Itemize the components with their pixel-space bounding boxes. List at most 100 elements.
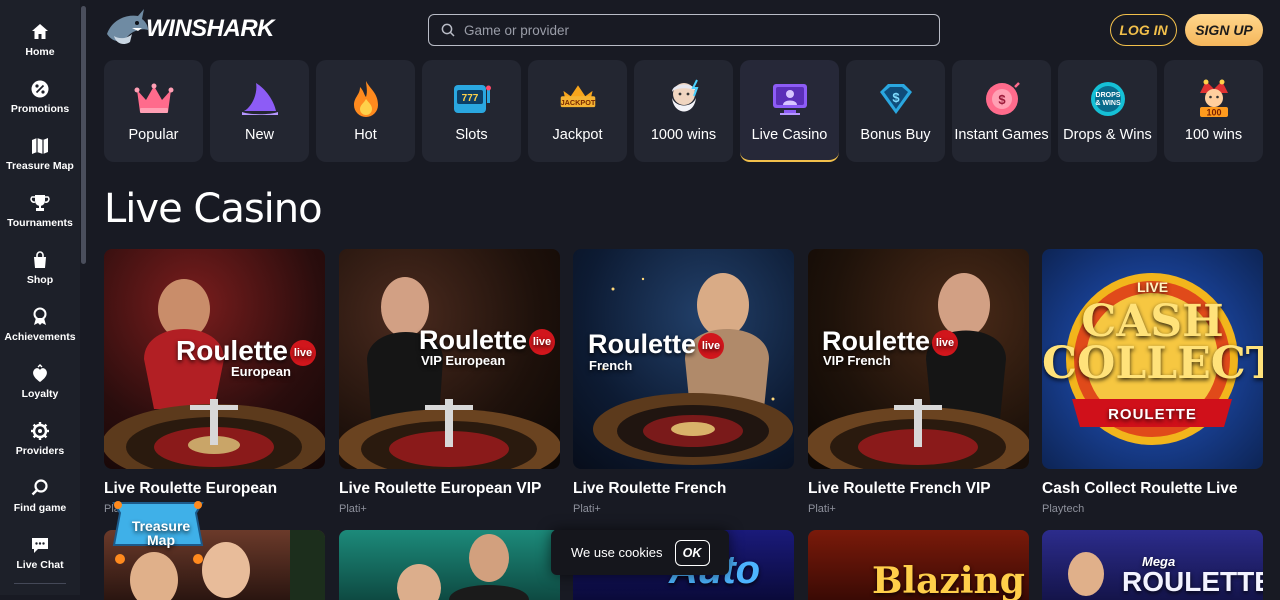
sidebar-item-live-chat[interactable]: Live Chat xyxy=(0,533,80,585)
category-instant-games[interactable]: $ Instant Games xyxy=(952,60,1051,162)
game-card[interactable]: LIVE CASH COLLECT ROULETTE Cash Collect … xyxy=(1042,249,1263,515)
sidebar-item-label: Providers xyxy=(15,445,65,457)
live-badge: live xyxy=(698,332,724,359)
thumb-title: Roulette xyxy=(419,325,527,355)
category-100-wins[interactable]: 100 100 wins xyxy=(1164,60,1263,162)
loyalty-icon xyxy=(33,364,47,382)
category-live-casino[interactable]: Live Casino xyxy=(740,60,839,162)
sidebar-item-providers[interactable]: Providers xyxy=(0,419,80,471)
thumb-top-label: LIVE xyxy=(1136,279,1169,295)
category-label: Slots xyxy=(455,127,488,143)
game-title[interactable]: Live Roulette European VIP xyxy=(339,480,560,498)
svg-text:DROPS: DROPS xyxy=(1095,92,1120,99)
cookie-banner: We use cookies OK xyxy=(551,530,729,575)
percent-icon xyxy=(31,80,49,98)
sidebar-item-label: Treasure Map xyxy=(6,160,74,172)
sidebar: Home Promotions Treasure Map Tournaments… xyxy=(0,0,80,595)
game-card[interactable]: Blazing xyxy=(808,530,1029,600)
thumb-title: ROULETTE xyxy=(1122,566,1263,597)
diamond-dollar-icon: $ xyxy=(879,84,912,114)
sidebar-item-promotions[interactable]: Promotions xyxy=(0,77,80,129)
svg-text:777: 777 xyxy=(461,93,478,104)
category-popular[interactable]: Popular xyxy=(104,60,203,162)
drops-wins-icon: DROPS& WINS xyxy=(1090,82,1125,116)
flame-icon xyxy=(353,81,378,117)
game-card[interactable]: Roulette live VIP French Live Roulette Fr… xyxy=(808,249,1029,515)
slot-machine-icon: 777 xyxy=(453,85,491,113)
game-thumbnail[interactable]: Roulette live European xyxy=(104,249,325,469)
sidebar-item-label: Shop xyxy=(26,274,54,286)
category-1000-wins[interactable]: 1000 wins xyxy=(634,60,733,162)
game-title[interactable]: Cash Collect Roulette Live xyxy=(1042,480,1263,498)
chat-icon xyxy=(32,538,48,553)
live-badge: live xyxy=(529,328,555,355)
jackpot-crown-icon: JACKPOT xyxy=(560,85,595,108)
game-provider: Plati+ xyxy=(339,503,367,515)
sidebar-item-achievements[interactable]: Achievements xyxy=(0,305,80,357)
game-card[interactable]: Roulette live European Live Roulette Euro… xyxy=(104,249,325,515)
game-thumbnail[interactable]: Roulette live VIP European xyxy=(339,249,560,469)
home-icon xyxy=(32,24,48,39)
game-title[interactable]: Live Roulette French VIP xyxy=(808,480,1029,498)
svg-text:JACKPOT: JACKPOT xyxy=(560,98,595,107)
sidebar-item-loyalty[interactable]: Loyalty xyxy=(0,362,80,414)
cookie-text: We use cookies xyxy=(571,545,663,560)
sidebar-item-label: Loyalty xyxy=(21,388,59,400)
sidebar-scrollbar[interactable] xyxy=(81,6,86,264)
sidebar-item-label: Promotions xyxy=(10,103,70,115)
sidebar-item-tournaments[interactable]: Tournaments xyxy=(0,191,80,243)
medal-icon xyxy=(33,307,47,325)
category-label: 1000 wins xyxy=(650,127,717,143)
category-bonus-buy[interactable]: $ Bonus Buy xyxy=(846,60,945,162)
thumb-subtitle: VIP French xyxy=(823,353,891,368)
svg-text:100: 100 xyxy=(1206,108,1221,118)
live-badge: live xyxy=(290,339,316,366)
sidebar-item-label: Achievements xyxy=(4,331,76,343)
category-label: Hot xyxy=(354,127,377,143)
game-card[interactable]: Roulette live French Live Roulette French… xyxy=(573,249,794,515)
zeus-icon xyxy=(671,79,698,112)
live-dealer-icon xyxy=(772,84,807,115)
category-slots[interactable]: 777 Slots xyxy=(422,60,521,162)
dealer-image xyxy=(397,534,529,600)
treasure-map-widget[interactable]: Treasure Map xyxy=(106,497,210,567)
search-icon xyxy=(441,23,455,37)
thumb-title: Roulette xyxy=(588,329,696,359)
svg-text:$: $ xyxy=(892,90,900,105)
sidebar-item-treasure-map[interactable]: Treasure Map xyxy=(0,134,80,186)
category-hot[interactable]: Hot xyxy=(316,60,415,162)
game-title[interactable]: Live Roulette French xyxy=(573,480,794,498)
category-label: 100 wins xyxy=(1184,127,1243,143)
game-title[interactable]: Live Roulette European xyxy=(104,480,325,498)
sidebar-item-label: Find game xyxy=(13,502,67,514)
thumb-subtitle: VIP European xyxy=(421,353,506,368)
search-box[interactable] xyxy=(428,14,940,46)
thumb-title: CASH COLLECT xyxy=(1042,296,1263,389)
search-icon xyxy=(31,479,48,496)
sidebar-item-shop[interactable]: Shop xyxy=(0,248,80,300)
category-drops-wins[interactable]: DROPS & WINS Drops & Wins xyxy=(1058,60,1157,162)
search-input[interactable] xyxy=(464,22,904,38)
map-icon xyxy=(32,138,48,154)
sidebar-item-home[interactable]: Home xyxy=(0,20,80,72)
game-thumbnail[interactable]: Roulette live VIP French xyxy=(808,249,1029,469)
category-jackpot[interactable]: JACKPOT Jackpot xyxy=(528,60,627,162)
thumb-title: Roulette xyxy=(176,335,288,366)
login-button[interactable]: LOG IN xyxy=(1110,14,1177,46)
game-card[interactable] xyxy=(339,530,560,600)
game-card[interactable]: Roulette live VIP European Live Roulette … xyxy=(339,249,560,515)
sidebar-item-label: Live Chat xyxy=(16,559,64,571)
category-new[interactable]: New xyxy=(210,60,309,162)
game-thumbnail[interactable]: Roulette live French xyxy=(573,249,794,469)
shop-bag-icon xyxy=(34,251,46,268)
treasure-badge-line2: Map xyxy=(147,532,175,548)
category-label: Popular xyxy=(128,127,179,143)
signup-button[interactable]: SIGN UP xyxy=(1185,14,1263,46)
cookie-ok-button[interactable]: OK xyxy=(674,539,710,566)
game-card[interactable]: Mega ROULETTE xyxy=(1042,530,1263,600)
thumb-subtitle: European xyxy=(231,364,291,379)
game-thumbnail[interactable]: LIVE CASH COLLECT ROULETTE xyxy=(1042,249,1263,469)
brand-logo[interactable]: WINSHARK xyxy=(104,6,275,52)
sidebar-item-find-game[interactable]: Find game xyxy=(0,476,80,528)
thumb-subtitle: French xyxy=(589,358,633,373)
